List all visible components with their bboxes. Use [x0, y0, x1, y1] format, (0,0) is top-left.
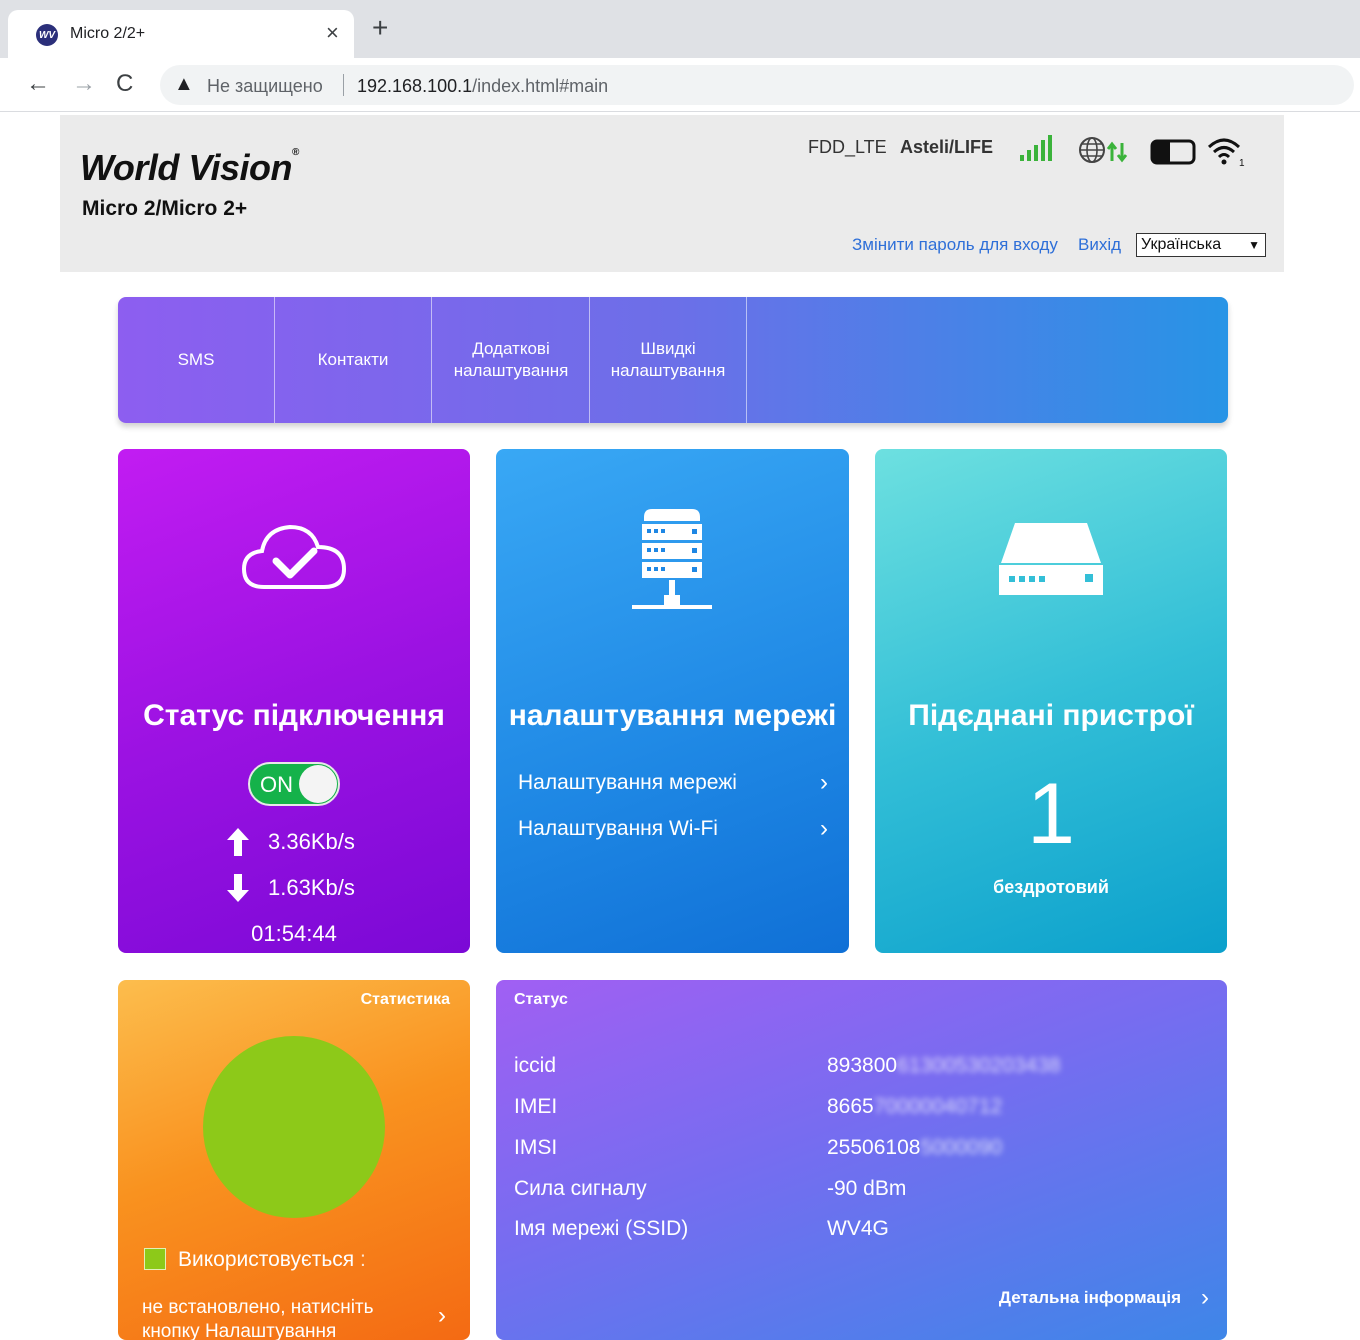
favicon-icon: WV	[36, 24, 58, 46]
brand-name: World Vision	[80, 147, 293, 188]
cloud-check-icon	[241, 524, 347, 589]
statistics-card: Статистика Використовується : не встанов…	[118, 980, 470, 1340]
upload-speed: 3.36Kb/s	[268, 829, 355, 854]
chevron-down-icon: ▼	[1248, 238, 1260, 252]
browser-toolbar: ← → C ▲ Не защищено 192.168.100.1/index.…	[0, 58, 1360, 112]
nav-item-advanced-settings[interactable]: Додаткові налаштування	[433, 297, 590, 423]
language-select[interactable]: Українська ▼	[1136, 233, 1266, 257]
internet-globe-icon	[1079, 137, 1128, 163]
svg-text:1: 1	[1239, 158, 1245, 167]
legend-swatch	[144, 1248, 166, 1270]
operator-name: Asteli/LIFE	[900, 137, 994, 157]
toggle-knob	[299, 765, 337, 803]
status-key: Сила сигналу	[514, 1177, 647, 1200]
chevron-right-icon: ›	[820, 769, 828, 796]
legend-text: Використовується	[178, 1248, 355, 1271]
status-key: IMEI	[514, 1095, 558, 1118]
connected-devices-card: Підєднані пристрої 1 бездротовий	[875, 449, 1227, 953]
nav-item-contacts[interactable]: Контакти	[275, 297, 432, 423]
browser-tab[interactable]: WV Micro 2/2+ ×	[8, 10, 354, 58]
network-settings-link-label: Налаштування мережі	[518, 771, 737, 794]
network-settings-title: налаштування мережі	[508, 699, 837, 732]
details-link[interactable]: Детальна інформація	[999, 1288, 1181, 1308]
legend-label: Використовується :	[178, 1248, 366, 1272]
router-icon	[999, 523, 1103, 595]
logout-link[interactable]: Вихід	[1078, 235, 1121, 255]
forward-arrow-icon[interactable]: →	[72, 70, 96, 98]
download-speed: 1.63Kb/s	[268, 875, 355, 900]
status-value-blurred: 5000090	[920, 1136, 1003, 1159]
statistics-note[interactable]: не встановлено, натисніть кнопку Налашту…	[142, 1296, 432, 1340]
brand-logo: World Vision®	[80, 147, 299, 189]
warning-icon[interactable]: ▲	[174, 73, 194, 96]
close-tab-icon[interactable]: ×	[326, 20, 339, 46]
connection-status-card: Статус підключення ON 3.36Kb/s 1.63Kb/s …	[118, 449, 470, 953]
device-count: 1	[1027, 766, 1075, 862]
status-value: 255061085000090	[827, 1136, 1002, 1160]
status-value: 89380061300530203438	[827, 1054, 1061, 1078]
status-value: 866570000040712	[827, 1095, 1002, 1119]
reload-icon[interactable]: C	[116, 70, 133, 98]
status-value-visible: 25506108	[827, 1136, 921, 1159]
network-settings-link[interactable]: Налаштування мережі ›	[518, 769, 828, 796]
status-value: -90 dBm	[827, 1177, 907, 1200]
main-nav: SMS Контакти Додаткові налаштування Швид…	[118, 297, 1228, 423]
status-value-blurred: 61300530203438	[897, 1054, 1061, 1077]
connection-status-title: Статус підключення	[143, 699, 445, 732]
wifi-settings-link[interactable]: Налаштування Wi-Fi ›	[518, 815, 828, 842]
connection-uptime: 01:54:44	[251, 921, 337, 946]
brand-registered-mark: ®	[292, 147, 299, 158]
status-key: Імя мережі (SSID)	[514, 1217, 689, 1240]
connected-devices-title: Підєднані пристрої	[908, 699, 1194, 732]
network-settings-card: налаштування мережі Налаштування мережі …	[496, 449, 849, 953]
wifi-icon: 1	[1207, 138, 1245, 167]
change-password-link[interactable]: Змінити пароль для входу	[852, 235, 1058, 255]
status-key: iccid	[514, 1054, 557, 1077]
connection-toggle[interactable]: ON	[248, 762, 340, 806]
chevron-right-icon[interactable]: ›	[1201, 1284, 1209, 1312]
signal-strength-icon	[1020, 135, 1052, 161]
page-header: World Vision® Micro 2/Micro 2+ FDD_LTE A…	[60, 115, 1284, 272]
toggle-label: ON	[260, 772, 293, 797]
tab-title: Micro 2/2+	[70, 25, 146, 42]
url-divider	[343, 74, 344, 96]
url-path: /index.html#main	[472, 76, 609, 96]
arrow-down-icon	[227, 874, 249, 902]
status-value-blurred: 70000040712	[873, 1095, 1003, 1118]
status-card: Статус iccid 89380061300530203438 IMEI 8…	[496, 980, 1227, 1340]
new-tab-icon[interactable]: +	[372, 14, 388, 42]
nav-item-sms[interactable]: SMS	[118, 297, 275, 423]
device-model: Micro 2/Micro 2+	[82, 197, 248, 220]
battery-icon	[1150, 139, 1196, 165]
status-value-visible: 8665	[827, 1095, 874, 1118]
address-bar[interactable]: ▲ Не защищено 192.168.100.1/index.html#m…	[160, 65, 1354, 105]
language-value: Українська	[1141, 236, 1222, 253]
arrow-up-icon	[227, 828, 249, 856]
chevron-right-icon[interactable]: ›	[438, 1302, 446, 1330]
status-value-visible: 893800	[827, 1054, 898, 1077]
url-host: 192.168.100.1	[357, 76, 473, 96]
chevron-right-icon: ›	[820, 815, 828, 842]
device-kind[interactable]: бездротовий	[875, 877, 1227, 898]
network-type: FDD_LTE	[808, 137, 887, 157]
not-secure-label[interactable]: Не защищено	[207, 76, 323, 97]
server-icon	[632, 509, 712, 609]
browser-tabstrip: WV Micro 2/2+ × +	[0, 0, 1360, 58]
usage-pie-chart	[203, 1036, 385, 1218]
status-value: WV4G	[827, 1217, 889, 1240]
statistics-title: Статистика	[360, 991, 450, 1008]
status-title: Статус	[514, 991, 568, 1008]
back-arrow-icon[interactable]: ←	[26, 70, 50, 98]
url-text[interactable]: 192.168.100.1/index.html#main	[357, 76, 608, 97]
nav-item-quick-settings[interactable]: Швидкі налаштування	[590, 297, 747, 423]
status-key: IMSI	[514, 1136, 558, 1159]
wifi-settings-link-label: Налаштування Wi-Fi	[518, 817, 718, 840]
legend-separator: :	[360, 1248, 366, 1271]
